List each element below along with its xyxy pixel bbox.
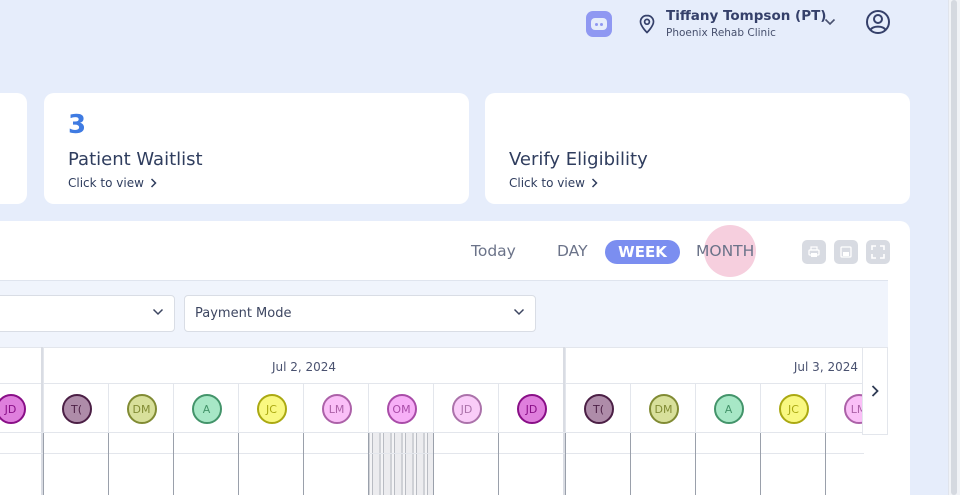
provider-column: T( — [565, 384, 630, 433]
save-icon — [840, 246, 852, 258]
chevron-down-icon — [513, 308, 525, 316]
print-icon — [808, 246, 820, 257]
column-divider — [565, 433, 566, 495]
provider-column: T( — [43, 384, 108, 433]
patient-waitlist-card[interactable]: 3 Patient Waitlist Click to view — [44, 93, 469, 204]
verify-link-label: Click to view — [509, 176, 585, 190]
provider-column: JD — [433, 384, 498, 433]
provider-avatar[interactable]: JD — [0, 394, 26, 424]
payment-mode-label: Payment Mode — [195, 306, 292, 321]
print-button[interactable] — [802, 240, 826, 264]
user-name: Tiffany Tompson (PT) — [666, 8, 827, 24]
column-divider — [433, 433, 434, 495]
chevron-down-icon[interactable] — [824, 18, 836, 26]
blocked-time-slot — [368, 433, 434, 495]
tab-day[interactable]: DAY — [557, 242, 588, 260]
page-scrollbar-thumb[interactable] — [951, 0, 957, 495]
provider-column: DM — [108, 384, 173, 433]
provider-avatar[interactable]: A — [713, 394, 744, 424]
provider-avatar[interactable]: T( — [61, 394, 92, 424]
tab-month[interactable]: MONTH — [696, 242, 754, 260]
date-header-jul3: Jul 3, 2024 — [565, 348, 864, 385]
provider-avatar[interactable]: JD — [516, 394, 547, 424]
column-divider — [695, 433, 696, 495]
filter-select[interactable] — [0, 295, 175, 332]
provider-avatar[interactable]: DM — [648, 394, 679, 424]
provider-column: A — [695, 384, 760, 433]
waitlist-count: 3 — [68, 110, 87, 140]
provider-avatar[interactable]: OM — [386, 394, 417, 424]
column-divider — [825, 433, 826, 495]
column-divider — [303, 433, 304, 495]
time-slot-line — [0, 453, 864, 454]
page-scrollbar[interactable] — [948, 0, 960, 495]
column-divider — [368, 433, 369, 495]
provider-avatar[interactable]: JC — [256, 394, 287, 424]
provider-column: JD — [498, 384, 563, 433]
column-divider — [238, 433, 239, 495]
schedule-grid: Jul 2, 2024 Jul 3, 2024 JD T( DM A JC LM OM JD J… — [0, 347, 874, 495]
chevron-down-icon — [152, 308, 164, 316]
provider-column: OM — [368, 384, 433, 433]
next-day-button[interactable] — [862, 347, 888, 435]
payment-mode-select[interactable]: Payment Mode — [184, 295, 536, 332]
chat-icon — [591, 18, 607, 30]
today-button[interactable]: Today — [471, 242, 516, 260]
provider-column: JC — [760, 384, 825, 433]
chevron-right-icon — [150, 178, 157, 188]
column-divider — [43, 433, 44, 495]
provider-column: DM — [630, 384, 695, 433]
date-header-row: Jul 2, 2024 Jul 3, 2024 — [0, 347, 864, 385]
waitlist-view-link[interactable]: Click to view — [68, 176, 157, 190]
provider-column: JC — [238, 384, 303, 433]
account-circle-icon[interactable] — [864, 8, 892, 36]
chevron-right-icon — [871, 385, 879, 397]
provider-column: A — [173, 384, 238, 433]
provider-column: LM — [303, 384, 368, 433]
provider-avatar[interactable]: LM — [321, 394, 352, 424]
waitlist-title: Patient Waitlist — [68, 149, 203, 170]
schedule-body[interactable] — [0, 433, 864, 495]
fullscreen-icon — [871, 245, 885, 259]
chat-button[interactable] — [586, 11, 612, 37]
provider-column: JD — [0, 384, 42, 433]
verify-title: Verify Eligibility — [509, 149, 648, 170]
column-divider — [498, 433, 499, 495]
provider-avatar[interactable]: A — [191, 394, 222, 424]
column-divider — [630, 433, 631, 495]
verify-eligibility-card[interactable]: Verify Eligibility Click to view — [485, 93, 910, 204]
column-divider — [760, 433, 761, 495]
clinic-name: Phoenix Rehab Clinic — [666, 27, 776, 39]
provider-avatar[interactable]: JD — [451, 394, 482, 424]
waitlist-link-label: Click to view — [68, 176, 144, 190]
user-menu[interactable]: Tiffany Tompson (PT) Phoenix Rehab Clini… — [638, 6, 848, 42]
chevron-right-icon — [591, 178, 598, 188]
provider-avatar[interactable]: DM — [126, 394, 157, 424]
fullscreen-button[interactable] — [866, 240, 890, 264]
provider-avatar[interactable]: JC — [778, 394, 809, 424]
tab-week[interactable]: WEEK — [605, 240, 680, 264]
provider-avatar-row: JD T(DM A JC LM OM JD JD T(DM A JC LM — [0, 384, 874, 433]
provider-avatar[interactable]: T( — [583, 394, 614, 424]
location-pin-icon — [639, 14, 655, 34]
verify-view-link[interactable]: Click to view — [509, 176, 598, 190]
column-divider — [173, 433, 174, 495]
summary-card-partial[interactable] — [0, 93, 27, 204]
date-header-jul2: Jul 2, 2024 — [43, 348, 564, 385]
save-button[interactable] — [834, 240, 858, 264]
column-divider — [108, 433, 109, 495]
